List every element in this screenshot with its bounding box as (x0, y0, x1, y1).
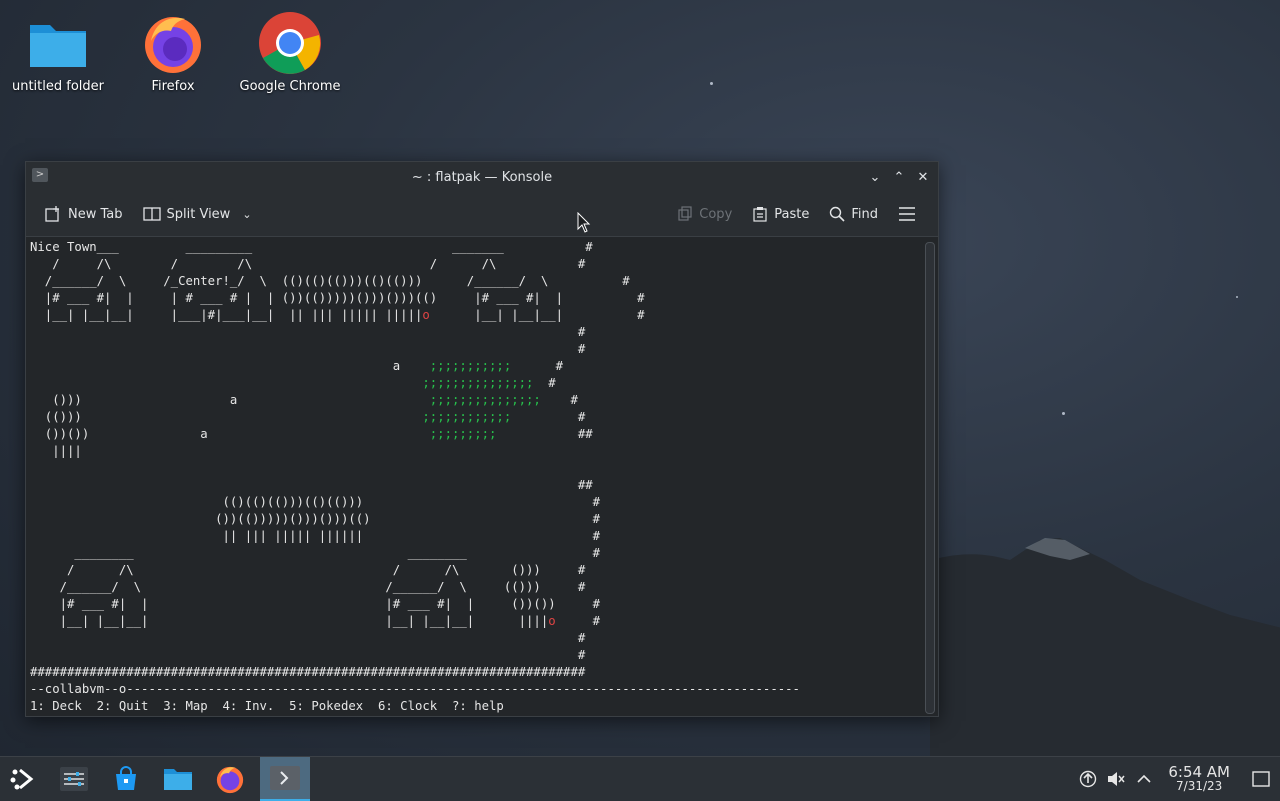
taskbar: 6:54 AM 7/31/23 (0, 756, 1280, 801)
scrollbar[interactable] (925, 242, 935, 714)
taskbar-firefox-button[interactable] (208, 757, 252, 801)
terminal-icon (270, 766, 300, 790)
copy-label: Copy (699, 206, 733, 222)
taskbar-discover-button[interactable] (104, 757, 148, 801)
chevron-up-icon[interactable] (1130, 774, 1158, 784)
title-bar[interactable]: > ~ : flatpak — Konsole ⌄ ⌃ ✕ (26, 162, 938, 192)
paste-label: Paste (774, 206, 810, 222)
folder-icon (164, 769, 192, 790)
find-label: Find (851, 206, 878, 222)
minimize-button[interactable]: ⌄ (866, 166, 884, 188)
mountain-background (930, 538, 1280, 760)
star (1236, 296, 1238, 298)
digital-clock[interactable]: 6:54 AM 7/31/23 (1168, 763, 1230, 794)
desktop-icon-untitled-folder[interactable]: untitled folder (3, 5, 113, 94)
paste-button[interactable]: Paste (744, 202, 817, 226)
desktop-icon-label: Google Chrome (239, 79, 341, 94)
application-launcher-button[interactable] (0, 757, 44, 801)
konsole-window[interactable]: > ~ : flatpak — Konsole ⌄ ⌃ ✕ New Tab Sp… (25, 161, 939, 717)
hamburger-menu-button[interactable] (890, 203, 924, 225)
show-desktop-button[interactable] (1242, 771, 1280, 787)
star (710, 82, 713, 85)
split-view-icon (142, 207, 161, 221)
volume-muted-icon[interactable] (1102, 770, 1130, 788)
new-tab-label: New Tab (68, 206, 123, 222)
mouse-pointer-icon (577, 212, 591, 233)
show-desktop-icon (1252, 771, 1270, 787)
paste-icon (753, 207, 767, 222)
new-tab-icon (45, 206, 59, 222)
ascii-art-map: Nice Town___ _________ _______ # / /\ / … (30, 240, 645, 679)
desktop-icon-label: untitled folder (11, 79, 104, 94)
store-bag-icon (116, 766, 136, 790)
search-icon (830, 206, 845, 222)
update-notifier-icon[interactable] (1074, 770, 1102, 788)
star (1062, 412, 1065, 415)
chrome-icon (258, 11, 322, 75)
konsole-app-icon: > (32, 168, 48, 182)
hamburger-menu-icon (899, 207, 915, 221)
status-line: --collabvm--o---------------------------… (30, 682, 800, 696)
clock-date: 7/31/23 (1176, 779, 1223, 793)
split-view-label: Split View (166, 206, 231, 222)
split-view-button[interactable]: Split View ⌄ (135, 202, 260, 226)
system-tray: 6:54 AM 7/31/23 (1074, 757, 1280, 801)
window-title: ~ : flatpak — Konsole (411, 169, 553, 185)
menu-line: 1: Deck 2: Quit 3: Map 4: Inv. 5: Pokede… (30, 699, 504, 713)
terminal-area[interactable]: Nice Town___ _________ _______ # / /\ / … (26, 237, 922, 715)
desktop-icon-label: Firefox (151, 79, 195, 94)
settings-sliders-icon (60, 767, 88, 791)
desktop-icon-firefox[interactable]: Firefox (118, 5, 228, 94)
taskbar-settings-button[interactable] (52, 757, 96, 801)
firefox-icon (141, 11, 205, 75)
desktop-icon-google-chrome[interactable]: Google Chrome (235, 5, 345, 94)
copy-icon (678, 206, 692, 221)
find-button[interactable]: Find (821, 202, 886, 226)
taskbar-file-manager-button[interactable] (156, 757, 200, 801)
taskbar-konsole-button[interactable] (260, 757, 310, 801)
toolbar: New Tab Split View ⌄ Copy Paste Find (26, 192, 938, 237)
clock-time: 6:54 AM (1168, 763, 1230, 781)
firefox-icon (216, 766, 244, 794)
copy-button[interactable]: Copy (669, 202, 740, 226)
launcher-icon (10, 768, 34, 790)
folder-icon (26, 11, 90, 75)
maximize-button[interactable]: ⌃ (890, 166, 908, 188)
close-button[interactable]: ✕ (914, 166, 932, 188)
chevron-down-icon[interactable]: ⌄ (242, 208, 251, 221)
new-tab-button[interactable]: New Tab (36, 201, 131, 227)
